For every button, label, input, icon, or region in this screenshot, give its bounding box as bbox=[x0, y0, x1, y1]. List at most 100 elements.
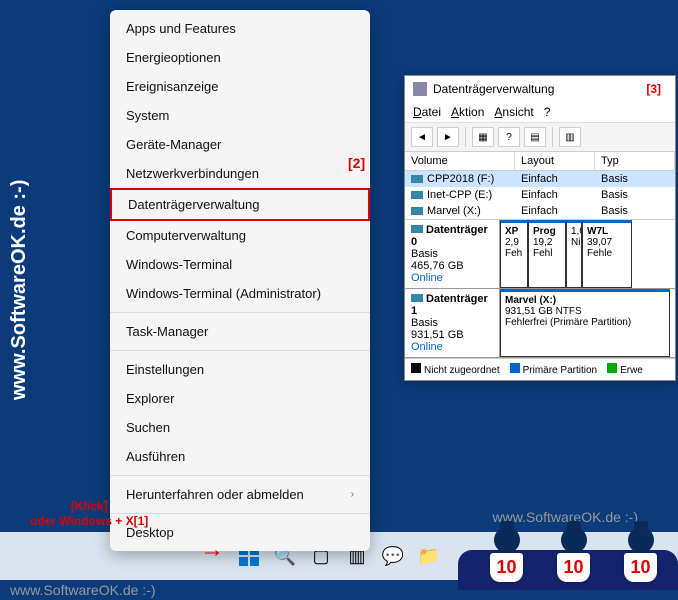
winx-item-label: Geräte-Manager bbox=[126, 137, 221, 152]
winx-item[interactable]: Windows-Terminal bbox=[110, 250, 370, 279]
winx-item[interactable]: Geräte-Manager bbox=[110, 130, 370, 159]
annotation-3: [3] bbox=[646, 82, 661, 96]
partition[interactable]: W7L39,07Fehle bbox=[582, 220, 632, 288]
winx-item[interactable]: Energieoptionen bbox=[110, 43, 370, 72]
menu-action[interactable]: Aktion bbox=[451, 105, 484, 119]
winx-item[interactable]: Suchen bbox=[110, 413, 370, 442]
winx-item[interactable]: Explorer bbox=[110, 384, 370, 413]
winx-item-label: Suchen bbox=[126, 420, 170, 435]
judge-1: 10 bbox=[479, 527, 534, 582]
table-row[interactable]: Inet-CPP (E:)EinfachBasis bbox=[405, 187, 675, 203]
partition-size: 39,07 bbox=[587, 237, 627, 248]
partition-size: 931,51 GB NTFS bbox=[505, 306, 665, 317]
table-row[interactable]: Marvel (X:)EinfachBasis bbox=[405, 203, 675, 219]
winx-item[interactable]: Desktop bbox=[110, 518, 370, 547]
winx-item-label: Ereignisanzeige bbox=[126, 79, 219, 94]
winx-item-label: Datenträgerverwaltung bbox=[128, 197, 260, 212]
legend: Nicht zugeordnet Primäre Partition Erwe bbox=[405, 358, 675, 380]
volume-layout: Einfach bbox=[515, 203, 595, 219]
volume-name: CPP2018 (F:) bbox=[427, 173, 494, 185]
volume-name: Inet-CPP (E:) bbox=[427, 189, 492, 201]
winx-item-label: Computerverwaltung bbox=[126, 228, 246, 243]
winx-item[interactable]: Windows-Terminal (Administrator) bbox=[110, 279, 370, 308]
judge-head-icon bbox=[561, 527, 587, 553]
partition-status: Fehle bbox=[587, 248, 627, 259]
partition[interactable]: 1,0Ni bbox=[566, 220, 582, 288]
disk-partitions: XP2,9FehProg19,2Fehl1,0NiW7L39,07Fehle bbox=[500, 220, 675, 288]
winx-item[interactable]: Netzwerkverbindungen bbox=[110, 159, 370, 188]
disk-graphical-view: Datenträger 0Basis465,76 GBOnlineXP2,9Fe… bbox=[405, 219, 675, 358]
winx-item[interactable]: Apps und Features bbox=[110, 14, 370, 43]
winx-item-label: Task-Manager bbox=[126, 324, 208, 339]
winx-item[interactable]: Computerverwaltung bbox=[110, 221, 370, 250]
partition-status: Fehl bbox=[533, 248, 561, 259]
window-titlebar[interactable]: Datenträgerverwaltung [3] bbox=[405, 76, 675, 102]
score-card: 10 bbox=[490, 553, 522, 582]
disk-status: Online bbox=[411, 341, 493, 353]
annotation-arrow-icon: → bbox=[200, 536, 224, 564]
toolbar-back-icon[interactable]: ◄ bbox=[411, 127, 433, 147]
winx-item-label: Explorer bbox=[126, 391, 174, 406]
volume-type: Basis bbox=[595, 187, 675, 203]
judge-2: 10 bbox=[546, 527, 601, 582]
toolbar-list-icon[interactable]: ▥ bbox=[559, 127, 581, 147]
partition-size: 19,2 bbox=[533, 237, 561, 248]
partition-status: Feh bbox=[505, 248, 523, 259]
volume-type: Basis bbox=[595, 203, 675, 219]
toolbar-view-icon[interactable]: ▦ bbox=[472, 127, 494, 147]
partition[interactable]: XP2,9Feh bbox=[500, 220, 528, 288]
menu-view[interactable]: Ansicht bbox=[494, 105, 533, 119]
chat-icon[interactable]: 💬 bbox=[379, 542, 407, 570]
toolbar: ◄ ► ▦ ? ▤ ▥ bbox=[405, 123, 675, 152]
winx-item-label: Apps und Features bbox=[126, 21, 236, 36]
partition-name: Prog bbox=[533, 226, 561, 237]
menu-file[interactable]: Datei bbox=[413, 105, 441, 119]
legend-primary-label: Primäre Partition bbox=[523, 365, 597, 376]
disk-bus: Basis bbox=[411, 248, 493, 260]
disk-size: 931,51 GB bbox=[411, 329, 493, 341]
disk-bus: Basis bbox=[411, 317, 493, 329]
winx-item[interactable]: Datenträgerverwaltung bbox=[110, 188, 370, 221]
partition-status: Ni bbox=[571, 237, 577, 248]
annotation-2: [2] bbox=[348, 155, 365, 171]
explorer-icon[interactable]: 📁 bbox=[415, 542, 443, 570]
winx-item-label: Einstellungen bbox=[126, 362, 204, 377]
judges: 10 10 10 bbox=[479, 527, 668, 582]
volume-layout: Einfach bbox=[515, 171, 595, 187]
judge-3: 10 bbox=[613, 527, 668, 582]
volume-table: Volume Layout Typ CPP2018 (F:) EinfachBas… bbox=[405, 152, 675, 219]
disk-name: Datenträger 1 bbox=[411, 293, 493, 317]
col-volume[interactable]: Volume bbox=[405, 152, 515, 170]
col-type[interactable]: Typ bbox=[595, 152, 675, 170]
disk-icon bbox=[411, 225, 423, 233]
table-row[interactable]: CPP2018 (F:)EinfachBasis bbox=[405, 171, 675, 187]
legend-unalloc-icon bbox=[411, 363, 421, 373]
winx-item[interactable]: Task-Manager bbox=[110, 317, 370, 346]
watermark-bottom: www.SoftwareOK.de :-) bbox=[10, 582, 156, 598]
disk-name: Datenträger 0 bbox=[411, 224, 493, 248]
legend-unalloc-label: Nicht zugeordnet bbox=[424, 365, 500, 376]
winx-item[interactable]: Ereignisanzeige bbox=[110, 72, 370, 101]
score-card: 10 bbox=[624, 553, 656, 582]
partition[interactable]: Prog19,2Fehl bbox=[528, 220, 566, 288]
toolbar-help-icon[interactable]: ? bbox=[498, 127, 520, 147]
winx-item[interactable]: System bbox=[110, 101, 370, 130]
partition[interactable]: Marvel (X:)931,51 GB NTFSFehlerfrei (Pri… bbox=[500, 289, 670, 357]
legend-primary-icon bbox=[510, 363, 520, 373]
winx-item-label: System bbox=[126, 108, 169, 123]
winx-item[interactable]: Herunterfahren oder abmelden› bbox=[110, 480, 370, 509]
menubar: Datei Aktion Ansicht ? bbox=[405, 102, 675, 123]
disk-info[interactable]: Datenträger 0Basis465,76 GBOnline bbox=[405, 220, 500, 288]
partition-size: 1,0 bbox=[571, 226, 577, 237]
toolbar-forward-icon[interactable]: ► bbox=[437, 127, 459, 147]
disk-icon bbox=[411, 294, 423, 302]
disk-row: Datenträger 0Basis465,76 GBOnlineXP2,9Fe… bbox=[405, 220, 675, 289]
winx-item[interactable]: Ausführen bbox=[110, 442, 370, 471]
disk-management-window: Datenträgerverwaltung [3] Datei Aktion A… bbox=[404, 75, 676, 381]
menu-help[interactable]: ? bbox=[544, 105, 551, 119]
col-layout[interactable]: Layout bbox=[515, 152, 595, 170]
toolbar-layout-icon[interactable]: ▤ bbox=[524, 127, 546, 147]
winx-item[interactable]: Einstellungen bbox=[110, 355, 370, 384]
disk-info[interactable]: Datenträger 1Basis931,51 GBOnline bbox=[405, 289, 500, 357]
disk-row: Datenträger 1Basis931,51 GBOnlineMarvel … bbox=[405, 289, 675, 358]
